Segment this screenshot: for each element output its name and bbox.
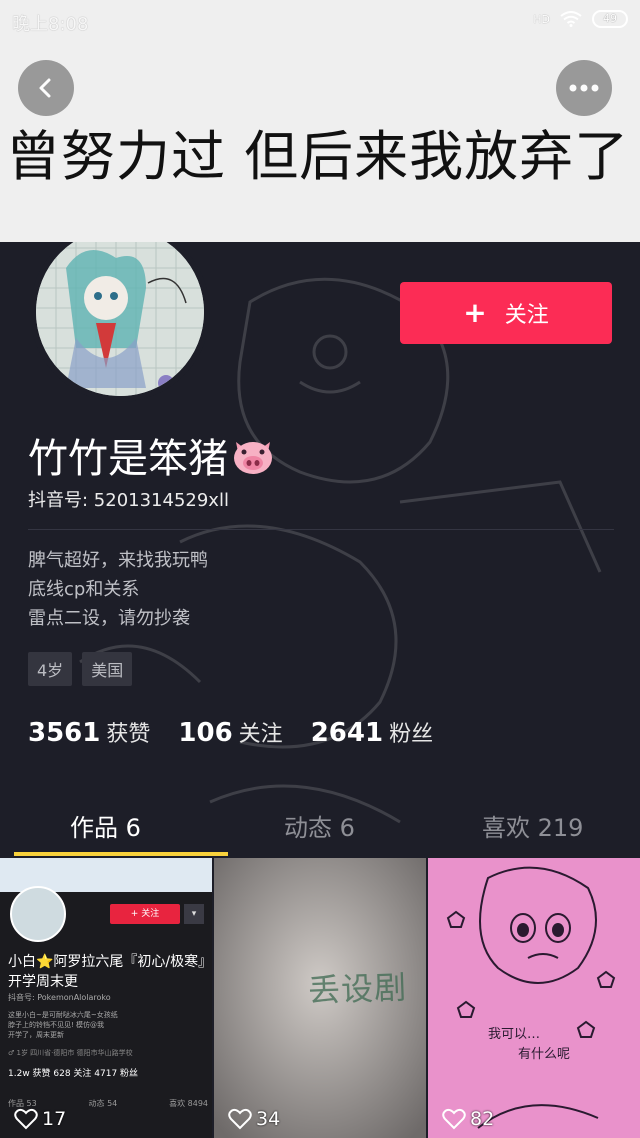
work-thumbnail: + 关注 ▾ 小白⭐阿罗拉六尾『初心/极寒』开学周末更 抖音号: Pokemon… (0, 858, 212, 1138)
stat-following-value: 106 (178, 718, 233, 748)
thumbnail-stats: 1.2w 获赞 628 关注 4717 粉丝 (8, 1069, 139, 1079)
profile-page: 晚上8:08 HD 49 曾努力过 但后来我放弃了 + 关注 竹竹是笨猪 抖音号… (0, 0, 640, 1138)
work-thumbnail: 我可以… 有什么呢 (428, 858, 640, 1138)
stat-following-label: 关注 (238, 722, 283, 747)
stat-likes-label: 获赞 (106, 722, 151, 747)
follow-label: 关注 (504, 303, 549, 328)
heart-outline-icon (442, 1108, 466, 1130)
follow-button[interactable]: + 关注 (400, 282, 612, 344)
wifi-icon (560, 11, 582, 27)
signal-icon: HD (533, 12, 550, 26)
banner-caption: 曾努力过 但后来我放弃了 (6, 125, 630, 188)
stat-followers[interactable]: 2641 粉丝 (311, 716, 433, 748)
thumbnail-dropdown-icon: ▾ (184, 904, 204, 924)
status-time: 晚上8:08 (12, 14, 89, 35)
nickname-text: 竹竹是笨猪 (28, 436, 228, 482)
stat-likes-value: 3561 (28, 718, 101, 748)
thumbnail-follow-button: + 关注 (110, 904, 180, 924)
status-bar: 晚上8:08 HD 49 (0, 0, 640, 44)
work-likes-count: 34 (256, 1108, 281, 1130)
heart-outline-icon (228, 1108, 252, 1130)
content-tabs: 作品 6 动态 6 喜欢 219 (0, 794, 640, 856)
bio-line: 脾气超好，来找我玩鸭 (28, 550, 208, 571)
thumbnail-bio-line: 脖子上的铃铛不见见! 模仿@我 (8, 1021, 105, 1029)
tag-age: 4岁 (28, 652, 73, 686)
stat-following[interactable]: 106 关注 (178, 716, 282, 748)
thumbnail-avatar (10, 886, 66, 942)
works-grid: + 关注 ▾ 小白⭐阿罗拉六尾『初心/极寒』开学周末更 抖音号: Pokemon… (0, 858, 640, 1138)
more-button[interactable] (556, 60, 612, 116)
stat-likes[interactable]: 3561 获赞 (28, 716, 150, 748)
bio: 脾气超好，来找我玩鸭 底线cp和关系 雷点二设，请勿抄袭 (28, 546, 208, 633)
thumbnail-tab: 动态 54 (88, 1099, 118, 1108)
chevron-left-icon (39, 78, 51, 98)
douyin-id: 抖音号: 5201314529xll (28, 490, 229, 511)
work-overlay-text: 丢设剧 (307, 968, 408, 1010)
work-item[interactable]: + 关注 ▾ 小白⭐阿罗拉六尾『初心/极寒』开学周末更 抖音号: Pokemon… (0, 858, 212, 1138)
plus-icon: + (463, 296, 487, 329)
back-button[interactable] (18, 60, 74, 116)
thumbnail-bio-line: 开学了，周末更新 (8, 1031, 64, 1039)
work-likes: 82 (442, 1108, 494, 1130)
avatar-image (36, 242, 204, 396)
thumbnail-bio-line: 这里小白~是可耐哒冰六尾~女孩纸 (8, 1011, 118, 1019)
header-banner: 晚上8:08 HD 49 曾努力过 但后来我放弃了 (0, 0, 640, 242)
stat-followers-value: 2641 (310, 718, 384, 748)
tab-indicator (14, 852, 228, 856)
thumbnail-name: 小白⭐阿罗拉六尾『初心/极寒』开学周末更 (8, 954, 206, 990)
work-handwriting: 我可以… (488, 1027, 540, 1042)
thumbnail-tab: 喜欢 8494 (169, 1099, 208, 1108)
profile-section: + 关注 竹竹是笨猪 抖音号: 5201314529xll 脾气超好，来找我玩鸭… (0, 242, 640, 1138)
work-handwriting: 有什么呢 (518, 1047, 570, 1062)
thumbnail-id: 抖音号: PokemonAlolaroko (8, 993, 111, 1002)
tab-posts[interactable]: 动态 6 (284, 808, 355, 843)
bio-line: 底线cp和关系 (28, 579, 140, 600)
bio-line: 雷点二设，请勿抄袭 (28, 608, 190, 629)
profile-tags: 4岁 美国 (28, 652, 133, 686)
heart-outline-icon (14, 1108, 38, 1130)
more-dots-icon (569, 84, 599, 92)
tab-likes[interactable]: 喜欢 219 (482, 808, 583, 843)
work-item[interactable]: 我可以… 有什么呢 82 (428, 858, 640, 1138)
profile-stats: 3561 获赞 106 关注 2641 粉丝 (28, 716, 433, 748)
work-likes-count: 17 (42, 1108, 67, 1130)
tab-works[interactable]: 作品 6 (70, 808, 141, 843)
work-likes: 17 (14, 1108, 66, 1130)
work-likes-count: 82 (470, 1108, 495, 1130)
pig-face-icon (234, 442, 272, 474)
battery-icon: 49 (592, 10, 628, 28)
nickname: 竹竹是笨猪 (28, 426, 276, 484)
stat-followers-label: 粉丝 (389, 722, 434, 747)
work-likes: 34 (228, 1108, 280, 1130)
work-item[interactable]: 丢设剧 34 (214, 858, 426, 1138)
divider (28, 529, 614, 530)
thumbnail-bio: 这里小白~是可耐哒冰六尾~女孩纸 脖子上的铃铛不见见! 模仿@我 开学了，周末更… (8, 1010, 118, 1040)
status-icons: HD 49 (533, 10, 628, 28)
tag-location: 美国 (82, 652, 133, 686)
thumbnail-tags: ♂ 1岁 四川省·德阳市 德阳市华山路学校 (8, 1049, 133, 1057)
